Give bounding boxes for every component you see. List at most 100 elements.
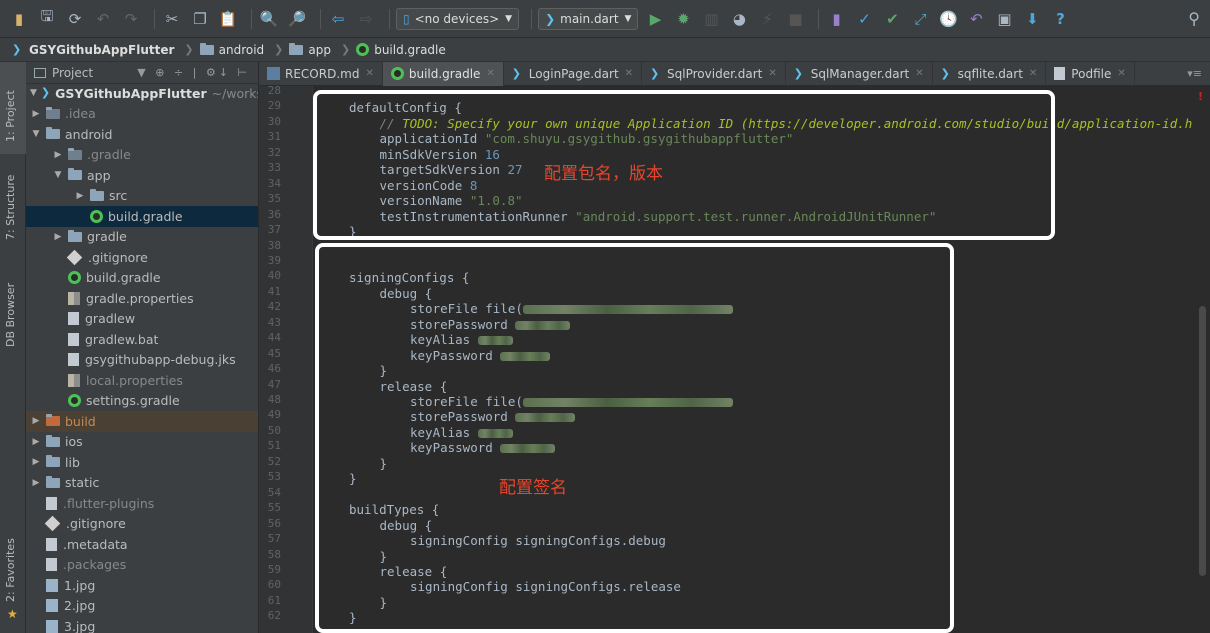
tab-sqlmanager-dart[interactable]: ❯ SqlManager.dart ✕ [786,61,933,86]
hot-reload-icon[interactable]: ⚡ [756,8,778,30]
project-view-selector[interactable]: Project [52,66,93,80]
close-icon[interactable]: ✕ [768,68,776,79]
chevron-right-icon[interactable]: ▶ [74,191,86,201]
close-icon[interactable]: ✕ [1029,68,1037,79]
vcs-history-icon[interactable]: 🕓 [937,8,959,30]
tree-item-gsygithubapp-debug-jks[interactable]: gsygithubapp-debug.jks [26,350,258,371]
tree-item-1-jpg[interactable]: 1.jpg [26,575,258,596]
chevron-down-icon[interactable]: ▼ [52,170,64,180]
navigate-forward-icon[interactable]: ⇨ [355,8,377,30]
breadcrumb-app[interactable]: app [289,42,331,57]
device-selector[interactable]: ▯ <no devices> ▼ [396,7,520,30]
tree-item-gitignore[interactable]: .gitignore [26,247,258,268]
paste-icon[interactable]: 📋 [217,8,239,30]
tab-loginpage-dart[interactable]: ❯ LoginPage.dart ✕ [504,61,643,86]
folder-icon [46,475,60,488]
find-icon[interactable]: 🔍 [258,8,280,30]
chevron-right-icon[interactable]: ▶ [30,457,42,467]
chevron-right-icon[interactable]: ▶ [52,150,64,160]
stop-icon[interactable]: ■ [784,8,806,30]
tree-item-gradlew-bat[interactable]: gradlew.bat [26,329,258,350]
sdk-manager-icon[interactable]: ▮ [825,8,847,30]
tab-overflow-icon[interactable]: ▾≡ [1187,67,1202,80]
tree-item-build[interactable]: ▶ build [26,411,258,432]
tree-item-build-gradle[interactable]: build.gradle [26,268,258,289]
structure-tool-label[interactable]: 7: Structure [4,175,17,240]
project-tool-label[interactable]: 1: Project [4,90,17,142]
revert-icon[interactable]: ↶ [965,8,987,30]
tree-item-flutter-plugins[interactable]: .flutter-plugins [26,493,258,514]
panel-controls-icon[interactable]: ▼ ⊕ ÷ | ⚙↓ ⊢ [137,66,250,79]
breadcrumb-project[interactable]: ❯ GSYGithubAppFlutter [12,43,174,57]
tree-item-gradle[interactable]: ▶ .gradle [26,145,258,166]
save-all-icon[interactable]: 🖫 [36,7,58,30]
debug-icon[interactable]: ✹ [672,8,694,30]
editor-scrollbar[interactable] [1199,306,1206,576]
close-icon[interactable]: ✕ [1117,68,1125,79]
close-icon[interactable]: ✕ [365,68,373,79]
breadcrumb-android[interactable]: android [199,42,264,57]
replace-icon[interactable]: 🔎 [286,8,308,30]
tree-item-gradle[interactable]: ▶ gradle [26,227,258,248]
profile-icon[interactable]: ◕ [728,8,750,30]
tree-item-metadata[interactable]: .metadata [26,534,258,555]
tree-item-gradlew[interactable]: gradlew [26,309,258,330]
chevron-down-icon[interactable]: ▼ [30,129,42,139]
tab-sqflite-dart[interactable]: ❯ sqflite.dart ✕ [933,61,1047,86]
tree-item-build-gradle[interactable]: build.gradle [26,206,258,227]
chevron-right-icon[interactable]: ▶ [30,478,42,488]
tree-item-src[interactable]: ▶ src [26,186,258,207]
tree-item-gradle-properties[interactable]: gradle.properties [26,288,258,309]
tree-item-settings-gradle[interactable]: settings.gradle [26,391,258,412]
tab-build-gradle[interactable]: build.gradle ✕ [382,61,504,86]
close-icon[interactable]: ✕ [486,68,494,79]
run-icon[interactable]: ▶ [644,8,666,30]
open-folder-icon[interactable]: ▮ [8,8,30,30]
tree-item-static[interactable]: ▶ static [26,473,258,494]
breadcrumb-build-gradle[interactable]: build.gradle [356,43,446,57]
close-icon[interactable]: ✕ [625,68,633,79]
code-editor[interactable]: 28 29 30 31 32 33 34 35 36 37 38 39 40 41 42 43 44 45 46 47… [259,86,1210,633]
tree-item-android[interactable]: ▼ android [26,124,258,145]
sync-icon[interactable]: ⟳ [64,8,86,30]
coverage-icon[interactable]: ▥ [700,8,722,30]
db-browser-tool-label[interactable]: DB Browser [4,283,17,347]
copy-icon[interactable]: ❐ [189,8,211,30]
close-icon[interactable]: ✕ [915,68,923,79]
chevron-down-icon: ▼ [505,13,513,24]
help-icon[interactable]: ? [1049,8,1071,30]
search-everywhere-icon[interactable]: ⚲ [1188,9,1200,28]
download-icon[interactable]: ⬇ [1021,8,1043,30]
tab-record-md[interactable]: RECORD.md ✕ [259,61,383,86]
navigate-back-icon[interactable]: ⇦ [327,8,349,30]
error-marker-icon[interactable]: ! [1198,90,1206,103]
chevron-right-icon[interactable]: ▶ [52,232,64,242]
tab-sqlprovider-dart[interactable]: ❯ SqlProvider.dart ✕ [642,61,786,86]
tree-item-app[interactable]: ▼ app [26,165,258,186]
git-icon [66,249,83,266]
vcs-update-icon[interactable]: ✓ [853,8,875,30]
forward-icon[interactable]: ↷ [120,8,142,30]
vcs-compare-icon[interactable]: ⤢ [909,8,931,30]
favorites-tool-label[interactable]: 2: Favorites [4,538,17,602]
chevron-down-icon[interactable]: ▼ [30,88,37,98]
back-icon[interactable]: ↶ [92,8,114,30]
tree-item-2-jpg[interactable]: 2.jpg [26,596,258,617]
tree-item-packages[interactable]: .packages [26,555,258,576]
tree-item-local-properties[interactable]: local.properties [26,370,258,391]
tree-item-gitignore[interactable]: .gitignore [26,514,258,535]
tree-root-project[interactable]: ▼❯ GSYGithubAppFlutter~/workspace [26,83,258,104]
tree-item-idea[interactable]: ▶ .idea [26,104,258,125]
tree-item-3-jpg[interactable]: 3.jpg [26,616,258,633]
tab-podfile[interactable]: Podfile ✕ [1046,61,1135,86]
cut-icon[interactable]: ✂ [161,8,183,30]
layout-inspector-icon[interactable]: ▣ [993,8,1015,30]
line-number: 31 [267,130,281,144]
tree-item-lib[interactable]: ▶ lib [26,452,258,473]
chevron-right-icon[interactable]: ▶ [30,437,42,447]
chevron-right-icon[interactable]: ▶ [30,109,42,119]
run-config-selector[interactable]: ❯ main.dart ▼ [538,7,639,30]
tree-item-ios[interactable]: ▶ ios [26,432,258,453]
vcs-commit-icon[interactable]: ✔ [881,8,903,30]
chevron-right-icon[interactable]: ▶ [30,416,42,426]
